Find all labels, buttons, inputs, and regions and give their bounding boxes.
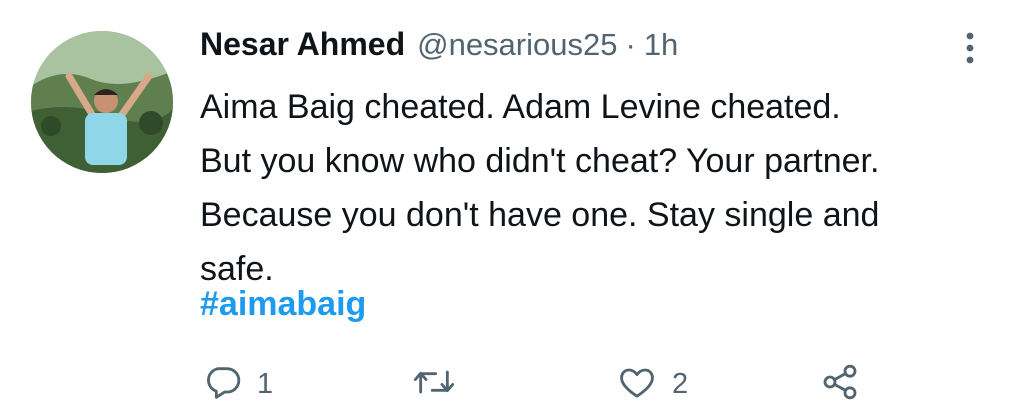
reply-icon bbox=[203, 362, 243, 407]
like-count: 2 bbox=[672, 367, 689, 400]
tweet-text-line: Because you don't have one. Stay single … bbox=[200, 196, 880, 234]
author-name[interactable]: Nesar Ahmed bbox=[200, 26, 405, 63]
more-options-icon[interactable] bbox=[955, 28, 985, 68]
hashtag-link[interactable]: #aimabaig bbox=[200, 285, 366, 324]
author-handle[interactable]: @nesarious25 bbox=[417, 27, 617, 63]
tweet-header: Nesar Ahmed @nesarious25 · 1h bbox=[200, 26, 678, 72]
reply-button[interactable]: 1 bbox=[203, 362, 273, 406]
like-button[interactable]: 2 bbox=[616, 362, 688, 406]
tweet-card[interactable]: Nesar Ahmed @nesarious25 · 1h Aima Baig … bbox=[0, 0, 1024, 409]
reply-count: 1 bbox=[257, 367, 274, 400]
retweet-button[interactable] bbox=[412, 362, 456, 406]
timestamp[interactable]: 1h bbox=[644, 27, 678, 63]
retweet-icon bbox=[412, 362, 456, 407]
separator-dot: · bbox=[625, 27, 636, 62]
like-icon bbox=[616, 362, 658, 407]
tweet-text-line: But you know who didn't cheat? Your part… bbox=[200, 142, 880, 180]
share-button[interactable] bbox=[820, 362, 860, 406]
tweet-text-line: Aima Baig cheated. Adam Levine cheated. bbox=[200, 88, 841, 126]
tweet-text: Aima Baig cheated. Adam Levine cheated. … bbox=[200, 80, 1000, 296]
share-icon bbox=[820, 362, 860, 407]
avatar[interactable] bbox=[31, 31, 173, 173]
